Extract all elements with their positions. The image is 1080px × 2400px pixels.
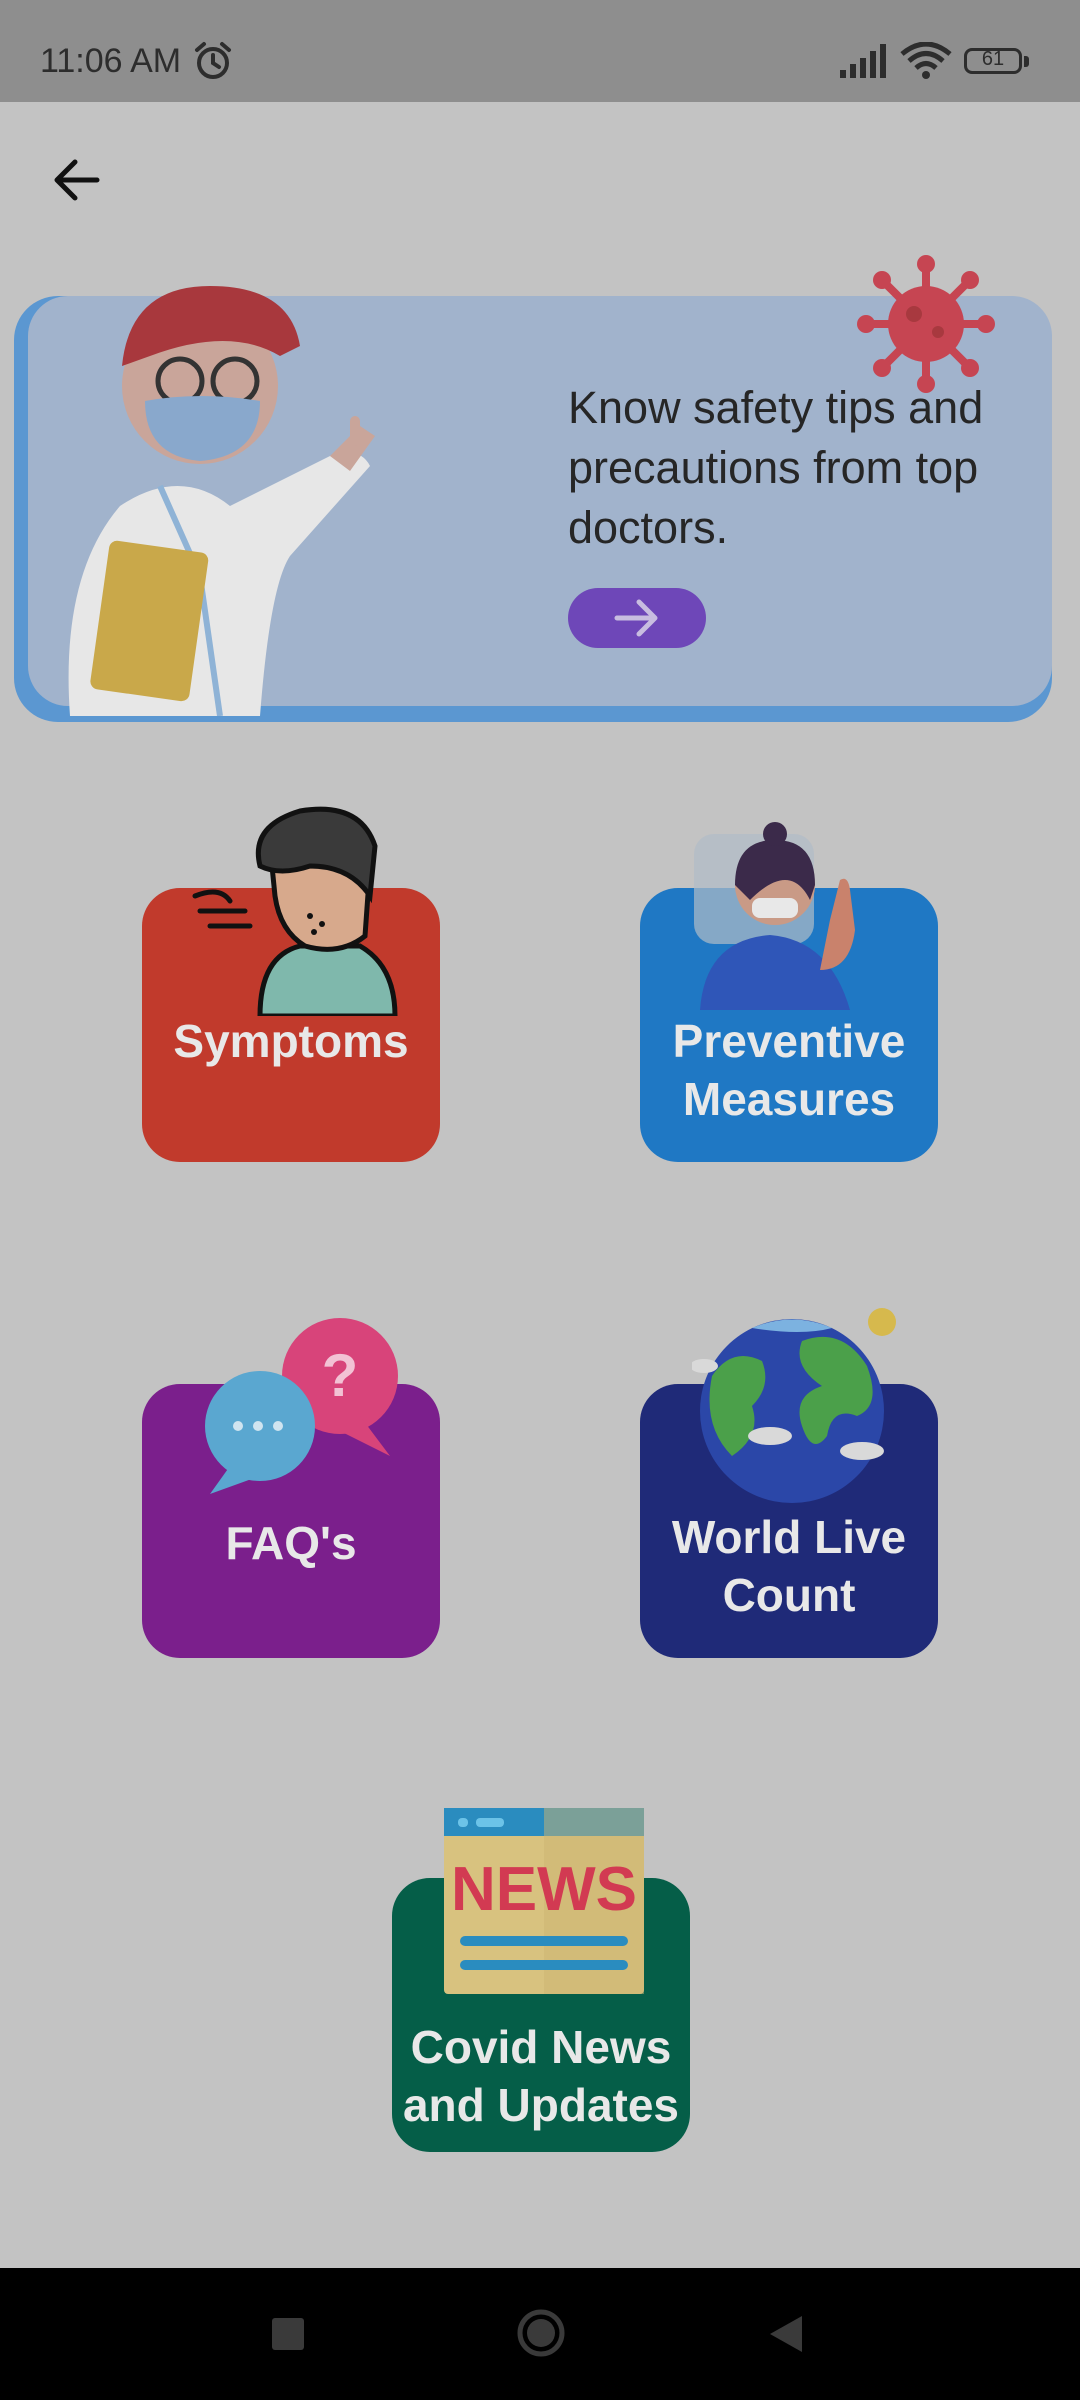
- chat-bubbles-icon: ?: [205, 1318, 398, 1494]
- status-time: 11:06 AM: [40, 42, 182, 80]
- coughing-person-icon: [192, 806, 398, 1016]
- back-button[interactable]: [46, 150, 106, 210]
- globe-icon: [692, 1308, 896, 1503]
- circle-icon: [517, 2309, 565, 2357]
- arrow-left-icon: [54, 159, 100, 201]
- system-navigation-bar: [0, 2268, 1080, 2400]
- wifi-icon: [900, 41, 952, 85]
- nav-back-button[interactable]: [768, 2314, 804, 2359]
- newspaper-icon: NEWS: [444, 1808, 644, 1994]
- banner-text: Know safety tips and precautions from to…: [568, 382, 984, 553]
- square-icon: [272, 2318, 304, 2350]
- home-button[interactable]: [516, 2308, 566, 2363]
- arrow-right-icon: [614, 599, 658, 637]
- world-live-count-label: World Live Count: [671, 1511, 907, 1621]
- virus-icon: [857, 255, 995, 393]
- battery-icon: 61: [964, 48, 1022, 74]
- masked-woman-icon: [694, 822, 855, 1010]
- status-bar: 11:06 AM 61: [0, 0, 1080, 102]
- signal-icon: [840, 44, 890, 83]
- symptoms-label: Symptoms: [173, 1015, 409, 1067]
- svg-text:?: ?: [322, 1342, 359, 1409]
- banner-arrow-button[interactable]: [568, 588, 706, 648]
- news-art-text: NEWS: [451, 1855, 637, 1924]
- faqs-label: FAQ's: [225, 1517, 357, 1569]
- preventive-measures-label: Preventive Measures: [672, 1015, 906, 1125]
- recents-button[interactable]: [270, 2316, 306, 2357]
- battery-level: 61: [981, 48, 1005, 70]
- covid-news-label: Covid News and Updates: [402, 2021, 680, 2131]
- doctor-illustration: [68, 286, 375, 716]
- triangle-back-icon: [770, 2316, 802, 2352]
- battery-tip: [1024, 56, 1029, 67]
- alarm-icon: [192, 40, 234, 87]
